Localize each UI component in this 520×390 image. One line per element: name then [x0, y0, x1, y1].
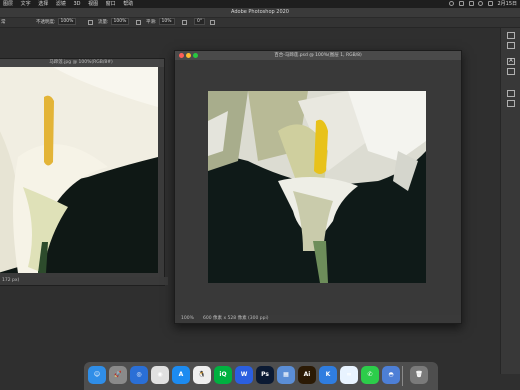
document-title: 百合-马蹄莲.psd @ 100%(图层 1, RGB/8)	[274, 53, 362, 58]
screen-record-icon[interactable]	[449, 1, 455, 6]
airbrush-icon[interactable]	[136, 20, 141, 25]
dock-app-qq[interactable]: 🐧	[193, 366, 211, 384]
options-bar: 常 不透明度: 100% 流量: 100% 平滑: 10% 0°	[0, 18, 520, 28]
dock-app-photoshop[interactable]: Ps	[256, 366, 274, 384]
flow-control[interactable]: 流量: 100%	[98, 18, 130, 27]
launchpad-icon: 🚀	[114, 371, 122, 378]
document-tab-source[interactable]: 马蹄莲.jpg @ 100%(RGB/8#)	[0, 59, 164, 67]
menu-3d[interactable]: 3D	[73, 1, 80, 7]
wechat-icon: ✆	[367, 371, 373, 378]
zoom-level[interactable]: 100%	[181, 315, 194, 323]
menu-view[interactable]: 视图	[88, 1, 98, 7]
menu-bar: 图层 文字 选择 滤镜 3D 视图 窗口 帮助 2月15日	[0, 0, 520, 8]
app-title: Adobe Photoshop 2020	[231, 9, 289, 15]
adjustments-panel-icon[interactable]	[507, 90, 515, 97]
properties-panel-icon[interactable]	[507, 100, 515, 107]
cloud-icon[interactable]	[459, 1, 465, 6]
status-area: 2月15日	[449, 0, 517, 8]
opacity-input[interactable]: 100%	[57, 18, 77, 25]
qq-icon: 🐧	[198, 371, 206, 378]
dock-app-appstore[interactable]: A	[172, 366, 190, 384]
canvas-painting[interactable]	[208, 91, 426, 283]
app-title-bar: Adobe Photoshop 2020	[0, 8, 520, 18]
dock-app-chrome[interactable]: ◉	[151, 366, 169, 384]
dock-separator	[402, 366, 403, 386]
document-window-active[interactable]: 百合-马蹄莲.psd @ 100%(图层 1, RGB/8) 100% 600 …	[174, 50, 462, 324]
dock-app-iqiyi[interactable]: iQ	[214, 366, 232, 384]
menu-edge-type[interactable]: 文字	[21, 1, 31, 7]
dock: ☺ 🚀 ◎ ◉ A 🐧 iQ W Ps ▦ Ai K ∞ ✆ ◓ 🗑	[84, 362, 438, 390]
pressure-size-icon[interactable]	[210, 20, 215, 25]
wps-icon: W	[240, 371, 248, 378]
smoothing-control[interactable]: 平滑: 10%	[146, 18, 175, 27]
maximize-button[interactable]	[193, 53, 198, 58]
safari-icon: ◎	[136, 371, 142, 378]
window-controls	[179, 53, 200, 62]
painted-lily-artwork	[208, 91, 426, 283]
flow-input[interactable]: 100%	[110, 18, 130, 25]
menu-window[interactable]: 窗口	[106, 1, 116, 7]
dock-app-wps[interactable]: W	[235, 366, 253, 384]
brush-panel-icon[interactable]	[507, 32, 515, 39]
smoothing-input[interactable]: 10%	[158, 18, 175, 25]
bluetooth-icon[interactable]	[468, 1, 474, 6]
opacity-control[interactable]: 不透明度: 100%	[36, 18, 77, 27]
dock-app-baidunetdisk[interactable]: ∞	[340, 366, 358, 384]
document-status-source: 172 px)	[0, 277, 168, 285]
left-edge-value: 常	[1, 20, 6, 25]
type-panel-icon[interactable]: A	[507, 58, 515, 65]
pressure-opacity-icon[interactable]	[88, 20, 93, 25]
kuaishou-icon: K	[325, 371, 331, 378]
dock-app-wechat[interactable]: ✆	[361, 366, 379, 384]
smoothing-label: 平滑:	[146, 20, 157, 25]
clock[interactable]: 2月15日	[497, 1, 517, 7]
paragraph-panel-icon[interactable]	[507, 68, 515, 75]
dock-app-kuaishou[interactable]: K	[319, 366, 337, 384]
calla-lily-photo	[0, 67, 158, 273]
document-titlebar[interactable]: 百合-马蹄莲.psd @ 100%(图层 1, RGB/8)	[175, 51, 461, 60]
dock-app-safari[interactable]: ◎	[130, 366, 148, 384]
appstore-icon: A	[178, 371, 184, 378]
finder-icon: ☺	[93, 371, 101, 378]
right-panel-dock: A	[500, 28, 520, 374]
dock-app-preview[interactable]: ▦	[277, 366, 295, 384]
menu-items: 图层 文字 选择 滤镜 3D 视图 窗口 帮助	[3, 0, 139, 8]
minimize-button[interactable]	[186, 53, 191, 58]
dock-app-storage[interactable]: ◓	[382, 366, 400, 384]
angle-control[interactable]: 0°	[192, 18, 206, 27]
menu-help[interactable]: 帮助	[123, 1, 133, 7]
canvas-source-photo[interactable]	[0, 67, 158, 273]
iqiyi-icon: iQ	[219, 371, 227, 378]
angle-input[interactable]: 0°	[194, 18, 206, 25]
document-status-bar: 100% 600 像素 x 528 像素 (300 ppi)	[175, 315, 461, 323]
dock-app-trash[interactable]: 🗑	[410, 366, 428, 384]
dock-app-illustrator[interactable]: Ai	[298, 366, 316, 384]
preview-icon: ▦	[283, 371, 289, 378]
trash-icon: 🗑	[415, 371, 423, 378]
close-button[interactable]	[179, 53, 184, 58]
chrome-icon: ◉	[157, 371, 163, 378]
menu-filter[interactable]: 滤镜	[56, 1, 66, 7]
photoshop-icon: Ps	[261, 371, 269, 378]
dock-app-finder[interactable]: ☺	[88, 366, 106, 384]
menu-select[interactable]: 选择	[38, 1, 48, 7]
dock-app-launchpad[interactable]: 🚀	[109, 366, 127, 384]
character-panel-icon[interactable]	[507, 42, 515, 49]
wifi-icon[interactable]	[478, 1, 484, 6]
opacity-label: 不透明度:	[36, 20, 56, 25]
left-edge-field[interactable]: 常	[1, 18, 6, 27]
baidu-netdisk-icon: ∞	[346, 371, 352, 378]
illustrator-icon: Ai	[303, 371, 311, 378]
menu-edge-layer[interactable]: 图层	[3, 1, 13, 7]
battery-icon[interactable]	[487, 1, 493, 6]
document-window-source[interactable]: 马蹄莲.jpg @ 100%(RGB/8#) 172 px)	[0, 58, 168, 286]
storage-icon: ◓	[388, 371, 394, 378]
flow-label: 流量:	[98, 20, 109, 25]
smoothing-settings-icon[interactable]	[182, 20, 187, 25]
document-size[interactable]: 600 像素 x 528 像素 (300 ppi)	[203, 315, 269, 323]
